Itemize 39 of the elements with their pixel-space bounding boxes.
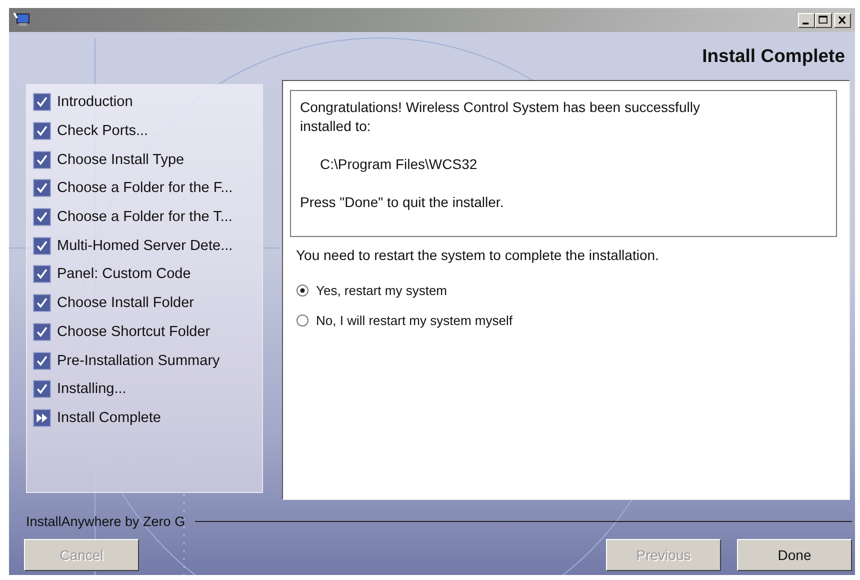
checkmark-icon bbox=[33, 93, 51, 112]
computer-icon bbox=[13, 12, 31, 28]
message-text: Congratulations! Wireless Control System has been successfully installed to: bbox=[300, 98, 701, 136]
install-path: C:\Program Files\WCS32 bbox=[320, 155, 478, 174]
checkmark-icon bbox=[33, 322, 51, 341]
step-label: Choose Install Type bbox=[57, 152, 184, 168]
restart-prompt: You need to restart the system to complete the installation. bbox=[296, 247, 660, 263]
step-label: Install Complete bbox=[57, 410, 161, 426]
radio-button[interactable] bbox=[296, 314, 309, 326]
radio-button[interactable] bbox=[296, 284, 309, 296]
minimize-icon[interactable] bbox=[798, 12, 815, 28]
checkmark-icon bbox=[33, 122, 51, 140]
checkmark-icon bbox=[33, 265, 51, 284]
step-label: Pre-Installation Summary bbox=[57, 352, 220, 369]
maximize-icon[interactable] bbox=[815, 12, 832, 28]
step-label: Check Ports... bbox=[57, 123, 148, 140]
step-label: Choose Install Folder bbox=[57, 295, 194, 312]
step-label: Multi-Homed Server Dete... bbox=[57, 238, 233, 254]
fast-forward-icon bbox=[33, 408, 51, 427]
step-label: Introduction bbox=[57, 94, 133, 110]
page-title: Install Complete bbox=[702, 45, 845, 67]
step-label: Choose Shortcut Folder bbox=[57, 324, 210, 340]
option-label: Yes, restart my system bbox=[316, 282, 447, 298]
step-label: Choose a Folder for the T... bbox=[57, 209, 232, 226]
checkmark-icon bbox=[33, 150, 51, 169]
checkmark-icon bbox=[33, 380, 51, 398]
step-label: Panel: Custom Code bbox=[57, 266, 191, 282]
step-label: Installing... bbox=[57, 381, 126, 398]
checkmark-icon bbox=[33, 179, 51, 198]
message-text: Press "Done" to quit the installer. bbox=[300, 193, 505, 212]
done-button[interactable]: Done bbox=[737, 539, 852, 571]
checkmark-icon bbox=[33, 352, 51, 370]
option-label: No, I will restart my system myself bbox=[316, 312, 512, 328]
checkmark-icon bbox=[33, 208, 51, 226]
checkmark-icon bbox=[33, 236, 51, 255]
checkmark-icon bbox=[33, 294, 51, 312]
brand-label: InstallAnywhere by Zero G bbox=[26, 514, 186, 528]
close-icon[interactable] bbox=[834, 12, 851, 28]
step-label: Choose a Folder for the F... bbox=[57, 180, 233, 196]
